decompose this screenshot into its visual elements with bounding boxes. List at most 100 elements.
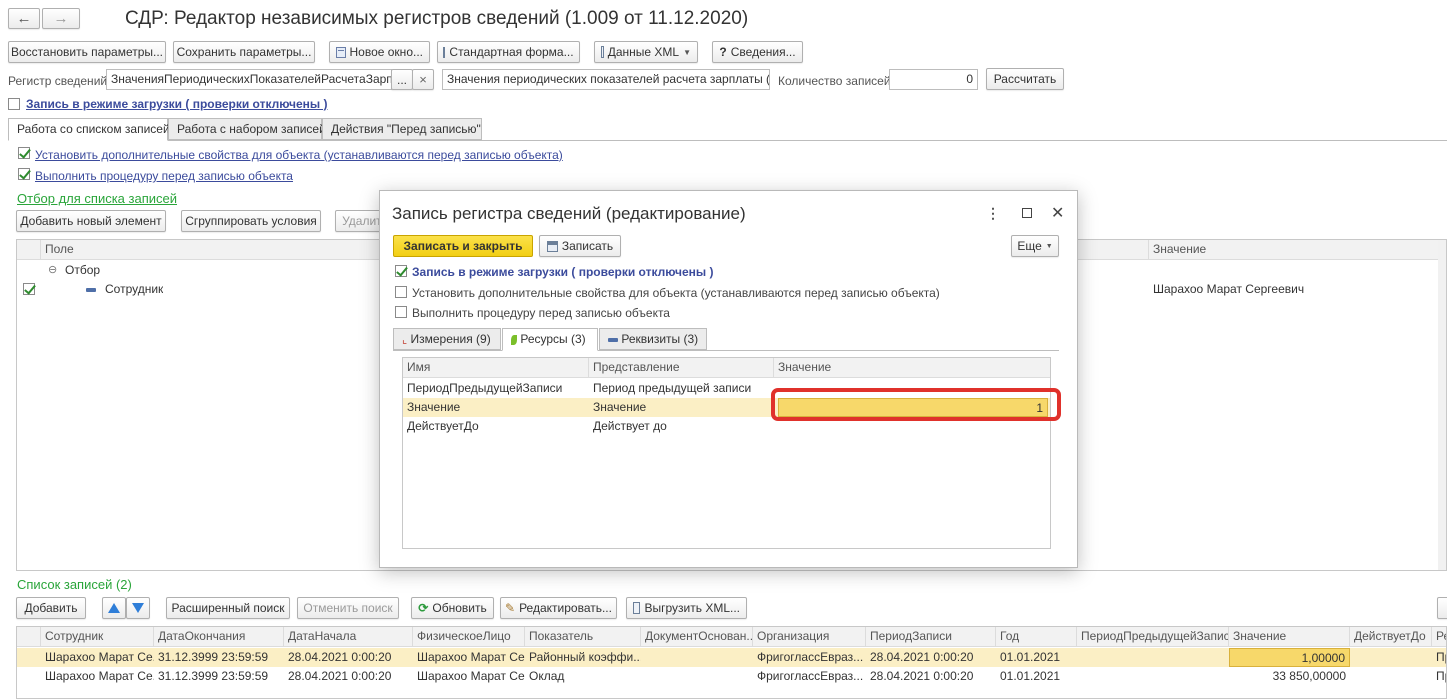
column-indicator[interactable]: Показатель	[525, 627, 641, 646]
refresh-label: Обновить	[432, 601, 487, 615]
cell-end-date: 31.12.3999 23:59:59	[158, 650, 269, 664]
arrow-right-icon: →	[53, 10, 69, 27]
cancel-search-button[interactable]: Отменить поиск	[297, 597, 399, 619]
xml-data-button[interactable]: Данные XML ▼	[594, 41, 698, 63]
cell-value[interactable]: 1,00000	[1229, 648, 1350, 667]
run-proc-checkbox[interactable]	[18, 168, 30, 180]
standard-form-button[interactable]: Стандартная форма...	[437, 41, 580, 63]
dialog-set-props-checkbox[interactable]	[395, 286, 407, 298]
tab-list-records[interactable]: Работа со списком записей	[8, 118, 170, 141]
tab-record-set[interactable]: Работа с набором записей	[168, 118, 326, 140]
filter-grid-scrollbar[interactable]	[1438, 240, 1446, 570]
table-row[interactable]: Шарахоо Марат Се... 31.12.3999 23:59:59 …	[17, 667, 1446, 686]
load-mode-checkbox[interactable]	[8, 98, 20, 110]
floppy-icon	[546, 240, 558, 252]
chevron-down-icon: ▼	[683, 47, 691, 57]
resource-name: ДействуетДо	[407, 419, 479, 433]
register-description-field[interactable]: Значения периодических показателей расче…	[442, 69, 770, 90]
table-row[interactable]: Шарахоо Марат Се... 31.12.3999 23:59:59 …	[17, 648, 1446, 667]
column-valid-until[interactable]: ДействуетДо	[1350, 627, 1432, 646]
column-end-date[interactable]: ДатаОкончания	[154, 627, 284, 646]
group-conditions-button[interactable]: Сгруппировать условия	[181, 210, 321, 232]
cell-indicator: Районный коэффи...	[529, 650, 641, 664]
records-section-title: Список записей (2)	[17, 577, 132, 592]
column-value: Значение	[778, 360, 832, 374]
register-field[interactable]: ЗначенияПериодическихПоказателейРасчетаЗ…	[106, 69, 392, 90]
extended-search-button[interactable]: Расширенный поиск	[166, 597, 290, 619]
edit-record-dialog: Запись регистра сведений (редактирование…	[379, 190, 1078, 568]
export-xml-button[interactable]: Выгрузить XML...	[626, 597, 747, 619]
records-grid-header: Сотрудник ДатаОкончания ДатаНачала Физич…	[17, 627, 1446, 647]
refresh-icon: ⟳	[418, 601, 429, 615]
column-year[interactable]: Год	[996, 627, 1077, 646]
add-record-button[interactable]: Добавить	[16, 597, 86, 619]
calculate-button[interactable]: Рассчитать	[986, 68, 1064, 90]
set-props-label[interactable]: Установить дополнительные свойства для о…	[35, 148, 563, 162]
move-down-button[interactable]	[126, 597, 150, 619]
cell-year: 01.01.2021	[1000, 650, 1061, 664]
cell-person: Шарахоо Марат Се...	[417, 650, 525, 664]
dialog-set-props-label[interactable]: Установить дополнительные свойства для о…	[412, 286, 940, 300]
register-label: Регистр сведений:	[8, 74, 111, 88]
column-presentation: Представление	[589, 358, 774, 377]
maximize-icon[interactable]	[1022, 208, 1032, 218]
arrow-down-icon	[132, 603, 144, 613]
dialog-load-mode-label[interactable]: Запись в режиме загрузки ( проверки откл…	[412, 265, 714, 279]
column-extra[interactable]: Ре	[1432, 627, 1446, 646]
set-props-checkbox[interactable]	[18, 147, 30, 159]
restore-params-button[interactable]: Восстановить параметры...	[8, 41, 166, 63]
column-person[interactable]: ФизическоеЛицо	[413, 627, 525, 646]
register-clear-button[interactable]: ×	[412, 69, 434, 90]
resource-name: Значение	[407, 400, 461, 414]
column-organization[interactable]: Организация	[753, 627, 866, 646]
load-mode-label[interactable]: Запись в режиме загрузки ( проверки откл…	[26, 97, 328, 111]
tab-attributes[interactable]: Реквизиты (3)	[599, 328, 707, 350]
run-proc-label[interactable]: Выполнить процедуру перед записью объект…	[35, 169, 293, 183]
tab-resources[interactable]: Ресурсы (3)	[502, 328, 598, 351]
new-window-button[interactable]: Новое окно...	[329, 41, 430, 63]
record-count-field[interactable]: 0	[889, 69, 978, 90]
edit-label: Редактировать...	[519, 601, 612, 615]
save-and-close-button[interactable]: Записать и закрыть	[393, 235, 533, 257]
add-filter-element-button[interactable]: Добавить новый элемент	[16, 210, 166, 232]
cell-valid-until	[1350, 648, 1432, 667]
forward-button[interactable]: →	[42, 8, 80, 29]
save-params-button[interactable]: Сохранить параметры...	[173, 41, 315, 63]
column-employee[interactable]: Сотрудник	[41, 627, 154, 646]
cell-year: 01.01.2021	[1000, 669, 1061, 683]
edit-button[interactable]: ✎ Редактировать...	[500, 597, 617, 619]
column-document[interactable]: ДокументОснован...	[641, 627, 753, 646]
dialog-more-button[interactable]: Еще ▼	[1011, 235, 1059, 257]
resource-presentation: Значение	[593, 400, 647, 414]
back-button[interactable]: ←	[8, 8, 40, 29]
cell-start-date: 28.04.2021 0:00:20	[288, 669, 392, 683]
xml-icon	[601, 46, 604, 58]
move-up-button[interactable]	[102, 597, 126, 619]
info-button[interactable]: ? Сведения...	[712, 41, 803, 63]
column-start-date[interactable]: ДатаНачала	[284, 627, 413, 646]
dialog-save-button[interactable]: Записать	[539, 235, 621, 257]
arrow-left-icon: ←	[16, 10, 32, 27]
dialog-more-label: Еще	[1017, 239, 1042, 253]
resource-presentation: Действует до	[593, 419, 667, 433]
filter-item-checkbox[interactable]	[23, 283, 35, 295]
filter-column-checkbox	[17, 240, 41, 259]
more-options-icon[interactable]: ⋮	[986, 205, 1000, 222]
tab-dimensions[interactable]: ⌞ Измерения (9)	[393, 328, 501, 350]
column-value[interactable]: Значение	[1229, 627, 1350, 646]
tab-dimensions-label: Измерения (9)	[410, 332, 491, 346]
column-prev-period[interactable]: ПериодПредыдущейЗаписи	[1077, 627, 1229, 646]
cell-person: Шарахоо Марат Се...	[417, 669, 525, 683]
collapse-icon[interactable]: ⊖	[48, 263, 57, 276]
dialog-run-proc-label[interactable]: Выполнить процедуру перед записью объект…	[412, 306, 670, 320]
dialog-save-label: Записать	[561, 239, 614, 253]
refresh-button[interactable]: ⟳ Обновить	[411, 597, 494, 619]
dialog-run-proc-checkbox[interactable]	[395, 306, 407, 318]
column-record-period[interactable]: ПериодЗаписи	[866, 627, 996, 646]
close-icon[interactable]: ✕	[1051, 203, 1064, 223]
dialog-load-mode-checkbox[interactable]	[395, 265, 407, 277]
register-select-button[interactable]: ...	[391, 69, 413, 90]
records-extra-button[interactable]	[1437, 597, 1447, 619]
tab-before-write[interactable]: Действия "Перед записью"	[322, 118, 482, 140]
record-count-label: Количество записей:	[778, 74, 894, 88]
